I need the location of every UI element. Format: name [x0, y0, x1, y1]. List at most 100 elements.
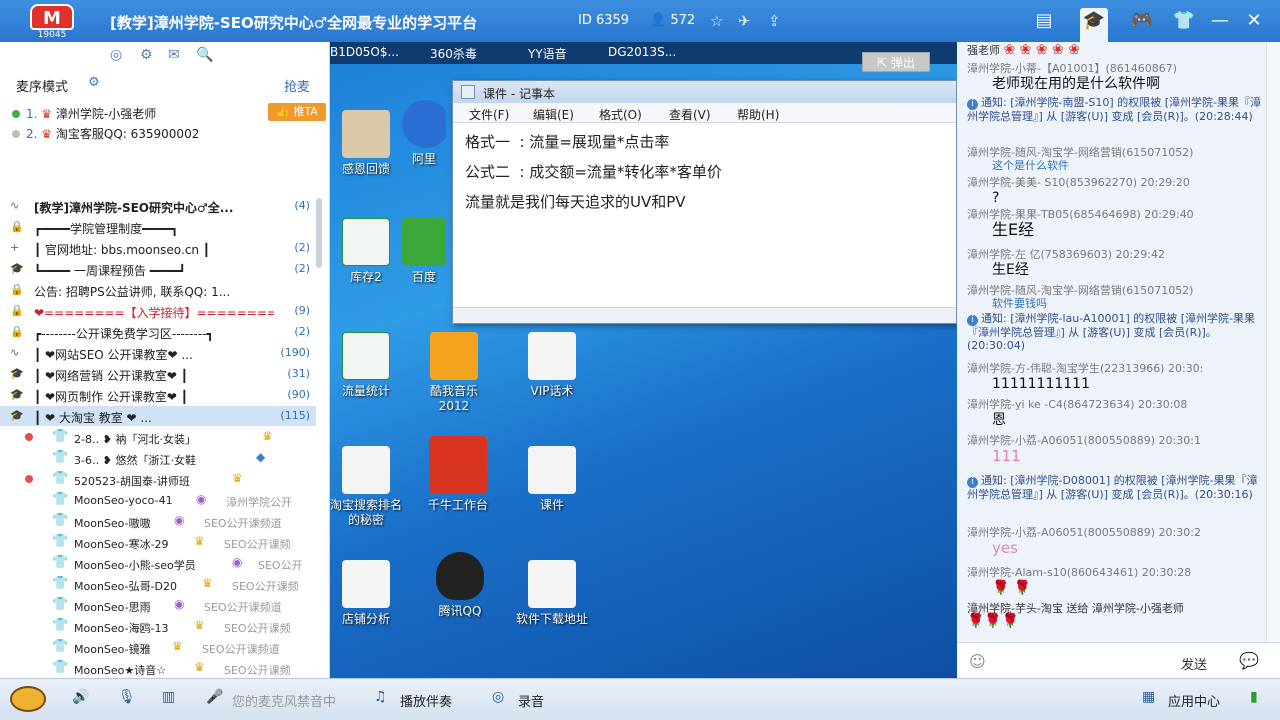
channel-row[interactable]: 🔒 ❤========【入学接待】========❤ (9): [0, 301, 316, 321]
close-button[interactable]: ✕: [1240, 8, 1268, 34]
popout-label: 弹出: [890, 56, 915, 70]
desktop-icon[interactable]: 软件下载地址: [514, 560, 590, 627]
user-row[interactable]: 👕 MoonSeo★诗音☆ ♛ SEO公开课频: [0, 658, 316, 678]
mode-settings-icon[interactable]: ⚙: [88, 75, 100, 90]
desktop-icon[interactable]: 课件: [514, 446, 590, 513]
send-button[interactable]: 发送: [1181, 654, 1207, 673]
speaker-icon[interactable]: 🔊: [72, 689, 89, 705]
settings-icon[interactable]: ⚙: [140, 47, 153, 63]
desktop-icon[interactable]: 阿里: [402, 100, 446, 167]
plane-icon[interactable]: ✈: [738, 12, 751, 30]
chat-message: 漳州学院-方-伟聪-淘宝学生(22313966) 20:30: 111111111…: [967, 362, 1267, 393]
message-time: 20:29:40: [1144, 208, 1194, 221]
search-icon[interactable]: 🔍: [196, 47, 213, 63]
user-row[interactable]: 👕 520523-胡国泰-讲师班 ♛: [0, 469, 316, 489]
channel-row[interactable]: 🔒 公告: 招聘PS公益讲师, 联系QQ: 1...: [0, 280, 316, 300]
taskbar-item[interactable]: 360杀毒: [430, 45, 477, 62]
app-center-icon[interactable]: ▦: [1142, 689, 1155, 705]
app-center-button[interactable]: 应用中心: [1168, 691, 1220, 710]
notepad-text-area[interactable]: 格式一 : 流量=展现量*点击率 公式二 : 成交额=流量*转化率*客单价 流量…: [465, 127, 945, 217]
taskbar-item[interactable]: DG2013S...: [608, 45, 676, 59]
desktop-icon[interactable]: 流量统计: [330, 332, 404, 399]
channel-row[interactable]: 🔒 ┏━━━━学院管理制度━━━━┓: [0, 217, 316, 237]
desktop-icon[interactable]: 百度: [402, 218, 446, 285]
desktop-icon[interactable]: 感恩回馈: [330, 110, 404, 177]
user-row[interactable]: 👕 MoonSeo-小熊-seo学员 ◉ SEO公开: [0, 553, 316, 573]
channel-row[interactable]: ∿ ┃ ❤网站SEO 公开课教室❤ ... (190): [0, 343, 316, 363]
notepad-hscrollbar[interactable]: [453, 307, 956, 323]
grab-mic-button[interactable]: 抢麦: [284, 76, 310, 95]
notepad-window[interactable]: 课件 - 记事本 文件(F) 编辑(E) 格式(O) 查看(V) 帮助(H) 格…: [452, 80, 957, 324]
channel-scrollbar[interactable]: [314, 194, 324, 414]
user-row[interactable]: 👕 MoonSeo-弘哥-D20 ♛ SEO公开课频: [0, 574, 316, 594]
channel-row[interactable]: 🎓 ┃ ❤网络营销 公开课教室❤ ┃ (31): [0, 364, 316, 384]
channel-list-button[interactable]: ▤: [1030, 8, 1058, 34]
mic-muted-icon[interactable]: 🎤: [206, 689, 223, 705]
user-row[interactable]: 👕 MoonSeo-思雨 ◉ SEO公开课频道: [0, 595, 316, 615]
app-logo[interactable]: M 19045: [26, 2, 78, 40]
mic-settings-icon[interactable]: 🎙: [118, 689, 136, 705]
accompany-button[interactable]: 播放伴奏: [400, 691, 452, 710]
desktop-icon[interactable]: 酷我音乐2012: [416, 332, 492, 414]
user-count-value: 572: [670, 13, 696, 28]
message-icon[interactable]: ✉: [168, 47, 180, 63]
user-group: 漳州学院公开: [226, 496, 292, 509]
desktop-icon[interactable]: 店铺分析: [330, 560, 404, 627]
mic-queue-item[interactable]: 2. ♛ 淘宝客服QQ: 635900002: [12, 125, 322, 145]
music-icon[interactable]: ♫: [374, 689, 387, 705]
desktop-icon[interactable]: VIP话术: [514, 332, 590, 399]
chat-scrollbar[interactable]: [1266, 42, 1280, 642]
menu-file[interactable]: 文件(F): [469, 106, 509, 123]
channel-row[interactable]: + ┃ 官网地址: bbs.moonseo.cn ┃ (2): [0, 238, 316, 258]
desktop-icon[interactable]: 腾讯QQ: [422, 552, 498, 619]
push-ta-button[interactable]: 👍 推TA: [268, 103, 326, 121]
chat-message: 漳州学院-yi ke -C4(864723634) 20:30:08 恩: [967, 398, 1267, 429]
menu-format[interactable]: 格式(O): [599, 106, 642, 123]
desktop-icon[interactable]: 库存2: [330, 218, 404, 285]
desktop-icon[interactable]: 千牛工作台: [420, 436, 496, 513]
minimize-button[interactable]: —: [1206, 8, 1234, 34]
education-button[interactable]: 🎓: [1080, 8, 1108, 42]
desktop-icon-label: 淘宝搜索排名的秘密: [330, 498, 402, 527]
channel-name: ┗━━━━ 一周课程预告 ━━━━┛: [34, 264, 186, 278]
user-row[interactable]: 👕 MoonSeo-寒冰-29 ♛ SEO公开课频: [0, 532, 316, 552]
channel-icon: ∿: [10, 346, 20, 359]
share-icon[interactable]: ⇪: [768, 12, 781, 30]
message-nick: 漳州学院-小荔-A06051(800550889): [967, 434, 1156, 447]
star-icon[interactable]: ☆: [710, 12, 723, 30]
chat-options-icon[interactable]: 💬: [1239, 651, 1259, 670]
popout-button[interactable]: ⇱ 弹出: [862, 52, 930, 72]
user-row[interactable]: 👕 MoonSeo-镜雅 ♛ SEO公开课频道: [0, 637, 316, 657]
menu-edit[interactable]: 编辑(E): [533, 106, 574, 123]
notepad-titlebar[interactable]: 课件 - 记事本: [453, 81, 956, 103]
channel-row[interactable]: 🎓 ┗━━━━ 一周课程预告 ━━━━┛ (2): [0, 259, 316, 279]
channel-row[interactable]: ∿ [教学]漳州学院-SEO研究中心♂全... (4): [0, 196, 316, 216]
user-row[interactable]: 👕 MoonSeo-海鸥-13 ♛ SEO公开课频: [0, 616, 316, 636]
avatar[interactable]: [10, 686, 46, 712]
user-row[interactable]: 👕 3-6‥ ❥ 悠然「浙江·女鞋 ◆: [0, 448, 316, 468]
user-row[interactable]: 👕 MoonSeo-嗷嗷 ◉ SEO公开课频道: [0, 511, 316, 531]
location-icon[interactable]: ◎: [110, 47, 122, 63]
menu-view[interactable]: 查看(V): [669, 106, 711, 123]
chat-message: 漳州学院-随风-淘宝学-网络营销(615071052) 软件要钱吗: [967, 284, 1267, 311]
record-button[interactable]: 录音: [518, 691, 544, 710]
channel-row[interactable]: 🔒 ┏--------公开课免费学习区--------┓ (2): [0, 322, 316, 342]
channel-row-selected[interactable]: 🎓 ┃ ❤ 大淘宝 教室 ❤ ... (115): [0, 406, 316, 426]
record-icon[interactable]: ◎: [492, 689, 504, 705]
taskbar-item[interactable]: YY语音: [528, 45, 567, 62]
message-body: 老师现在用的是什么软件啊: [992, 76, 1160, 92]
scroll-thumb[interactable]: [316, 198, 322, 268]
desktop-icon[interactable]: 淘宝搜索排名的秘密: [330, 446, 404, 528]
skin-button[interactable]: 👕: [1170, 8, 1198, 34]
taskbar-item[interactable]: B1D05O$...: [330, 45, 399, 59]
channel-row[interactable]: 🎓 ┃ ❤网页制作 公开课教室❤ ┃ (90): [0, 385, 316, 405]
game-button[interactable]: 🎮: [1128, 8, 1156, 34]
menu-help[interactable]: 帮助(H): [737, 106, 779, 123]
desktop-icon-label: 软件下载地址: [515, 612, 588, 626]
equalizer-icon[interactable]: ▥: [162, 689, 175, 705]
user-row[interactable]: 👕 2-8‥ ❥ 衲「河北·女装」 ♛: [0, 427, 316, 447]
user-icon: 👕: [52, 534, 69, 549]
emoji-icon[interactable]: ☺: [969, 652, 986, 671]
user-row[interactable]: 👕 MoonSeo-yoco-41 ◉ 漳州学院公开: [0, 490, 316, 510]
chat-message: 漳州学院-Alam-s10(860643461) 20:30:28 🌹 🌹: [967, 566, 1267, 597]
